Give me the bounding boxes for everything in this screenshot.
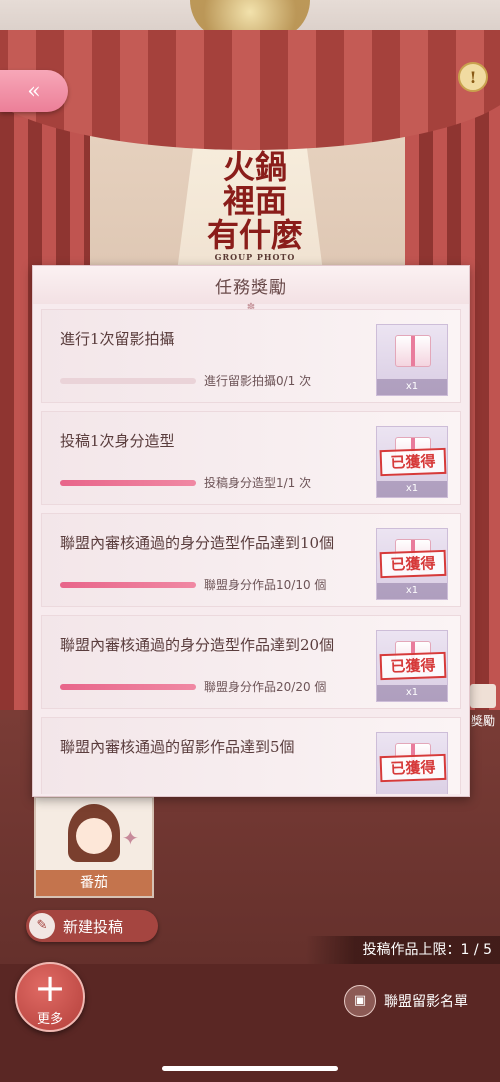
task-reward-panel: 任務獎勵 ✽ 進行1次留影拍攝 進行留影拍攝0/1 次 x1 投稿1次身分造型 投稿身分… bbox=[32, 265, 470, 797]
event-logo: 火鍋 裡面 有什麼 GROUP PHOTO bbox=[205, 148, 305, 262]
progress-bar bbox=[60, 480, 196, 486]
progress-bar bbox=[60, 378, 196, 384]
magic-wand-icon: ✦ bbox=[122, 826, 139, 850]
obtained-stamp: 已獲得 bbox=[379, 549, 447, 579]
roster-label: 聯盟留影名單 bbox=[384, 994, 468, 1010]
obtained-stamp: 已獲得 bbox=[379, 447, 447, 477]
post-icon: ✎ bbox=[29, 913, 55, 939]
task-title: 進行1次留影拍攝 bbox=[60, 330, 175, 348]
logo-line-1: 火鍋 bbox=[222, 148, 287, 186]
photo-list-icon: ▣ bbox=[344, 985, 376, 1017]
reward-item[interactable]: 已獲得 x1 bbox=[376, 528, 448, 600]
obtained-stamp: 已獲得 bbox=[379, 651, 447, 681]
back-button[interactable]: « bbox=[0, 70, 68, 112]
info-button[interactable]: ! bbox=[458, 62, 488, 92]
side-reward-label: 獎勵 bbox=[470, 714, 495, 728]
double-chevron-left-icon: « bbox=[27, 78, 41, 104]
card-name: 番茄 bbox=[36, 870, 152, 896]
work-card[interactable]: ✦ 番茄 bbox=[34, 796, 154, 898]
home-indicator bbox=[162, 1066, 338, 1071]
task-row: 聯盟內審核通過的身分造型作品達到10個聯盟身分作品10/10 個 已獲得 x1 bbox=[41, 513, 461, 607]
progress-fill bbox=[60, 684, 196, 690]
curtain-valance bbox=[0, 30, 500, 150]
task-title: 聯盟內審核通過的身分造型作品達到20個 bbox=[60, 636, 335, 654]
more-label: 更多 bbox=[36, 1012, 63, 1027]
panel-title: 任務獎勵 bbox=[33, 266, 469, 304]
progress-text: 投稿身分造型1/1 次 bbox=[204, 476, 312, 490]
logo-line-2: 裡面 bbox=[222, 182, 287, 220]
progress-fill bbox=[60, 480, 196, 486]
side-reward-button[interactable]: 獎勵 bbox=[466, 684, 500, 738]
new-post-label: 新建投稿 bbox=[63, 917, 124, 936]
reward-item[interactable]: 已獲得 x1 bbox=[376, 426, 448, 498]
reward-item[interactable]: 已獲得 x1 bbox=[376, 630, 448, 702]
obtained-stamp: 已獲得 bbox=[379, 753, 447, 783]
progress-fill bbox=[60, 582, 196, 588]
plus-icon: + bbox=[34, 966, 66, 1010]
progress-text: 進行留影拍攝0/1 次 bbox=[204, 374, 312, 388]
exclamation-icon: ! bbox=[469, 67, 477, 87]
avatar bbox=[68, 804, 120, 862]
progress-text: 聯盟身分作品10/10 個 bbox=[204, 578, 327, 592]
reward-item[interactable]: 已獲得 bbox=[376, 732, 448, 794]
progress-bar bbox=[60, 684, 196, 690]
task-title: 投稿1次身分造型 bbox=[60, 432, 175, 450]
reward-count: x1 bbox=[377, 685, 447, 701]
task-list[interactable]: 進行1次留影拍攝 進行留影拍攝0/1 次 x1 投稿1次身分造型 投稿身分造型1/1 次… bbox=[41, 309, 461, 794]
reward-item[interactable]: x1 bbox=[376, 324, 448, 396]
task-row: 進行1次留影拍攝進行留影拍攝0/1 次 x1 bbox=[41, 309, 461, 403]
submission-limit: 投稿作品上限：1 / 5 bbox=[306, 936, 500, 964]
task-row: 投稿1次身分造型投稿身分造型1/1 次 已獲得 x1 bbox=[41, 411, 461, 505]
task-title: 聯盟內審核通過的留影作品達到5個 bbox=[60, 738, 295, 756]
alliance-roster-button[interactable]: ▣ 聯盟留影名單 bbox=[344, 985, 468, 1017]
reward-count: x1 bbox=[377, 379, 447, 395]
more-button[interactable]: + 更多 bbox=[15, 962, 85, 1032]
logo-subtitle: GROUP PHOTO bbox=[214, 252, 296, 262]
reward-count: x1 bbox=[377, 583, 447, 599]
new-post-button[interactable]: ✎ 新建投稿 bbox=[26, 910, 158, 942]
task-title: 聯盟內審核通過的身分造型作品達到10個 bbox=[60, 534, 335, 552]
logo-line-3: 有什麼 bbox=[206, 216, 303, 254]
gift-box-icon bbox=[395, 335, 431, 367]
task-row: 聯盟內審核通過的身分造型作品達到20個聯盟身分作品20/20 個 已獲得 x1 bbox=[41, 615, 461, 709]
task-row: 聯盟內審核通過的留影作品達到5個已獲得 bbox=[41, 717, 461, 794]
gift-box-icon bbox=[470, 684, 496, 708]
reward-count: x1 bbox=[377, 481, 447, 497]
progress-bar bbox=[60, 582, 196, 588]
progress-text: 聯盟身分作品20/20 個 bbox=[204, 680, 327, 694]
